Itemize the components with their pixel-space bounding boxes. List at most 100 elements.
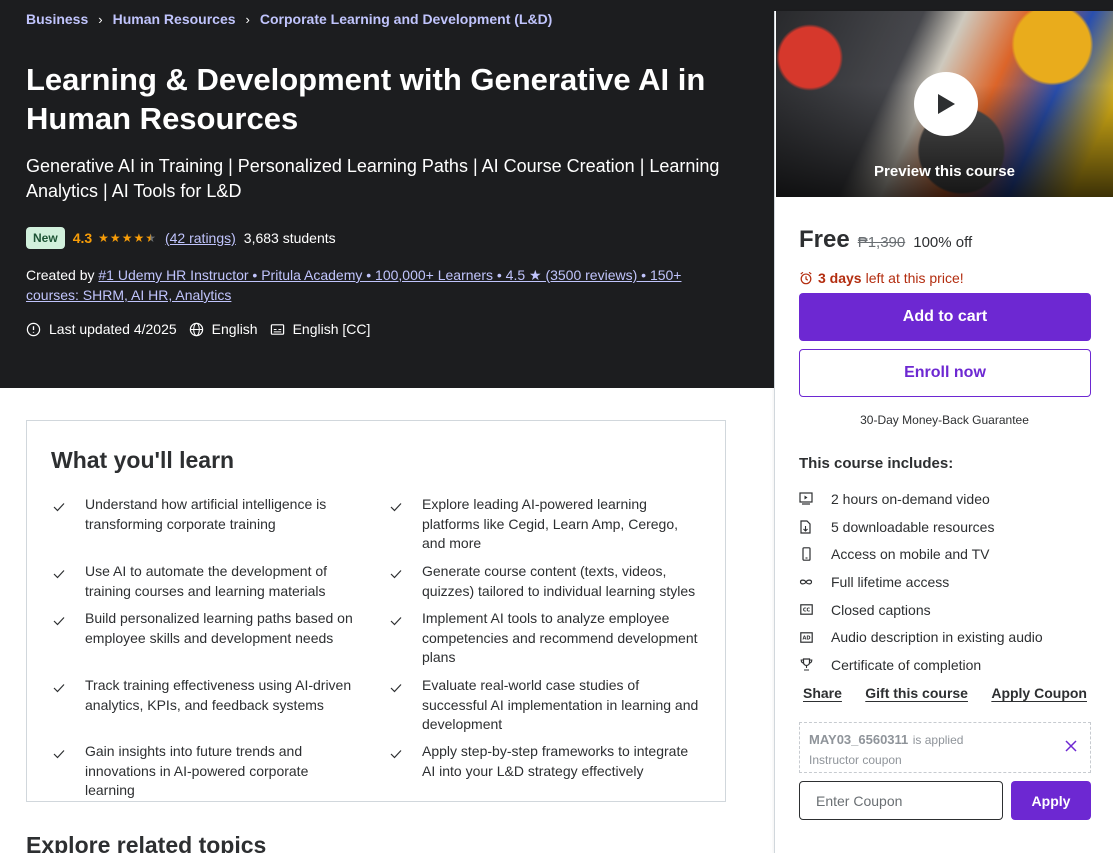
rating-stars: ★ ★ ★ ★ ★ xyxy=(98,231,157,245)
svg-text:CC: CC xyxy=(802,608,810,614)
chevron-right-icon: › xyxy=(98,11,103,27)
trophy-icon xyxy=(799,658,813,672)
svg-text:AD: AD xyxy=(802,635,810,641)
include-item: Certificate of completion xyxy=(799,651,1099,679)
coupon-type: Instructor coupon xyxy=(809,753,902,767)
include-label: Closed captions xyxy=(831,601,931,618)
students-count: 3,683 students xyxy=(243,230,336,246)
created-by: Created by #1 Udemy HR Instructor • Prit… xyxy=(26,265,696,305)
audio-description-icon: AD xyxy=(799,630,813,644)
check-icon xyxy=(390,495,402,554)
file-download-icon xyxy=(799,519,813,534)
learn-item: Track training effectiveness using AI-dr… xyxy=(53,676,353,715)
include-item: AD Audio description in existing audio xyxy=(799,623,1099,651)
course-title: Learning & Development with Generative A… xyxy=(26,62,706,136)
enroll-now-button[interactable]: Enroll now xyxy=(799,349,1091,397)
includes-list: 2 hours on-demand video 5 downloadable r… xyxy=(799,485,1099,679)
apply-coupon-button[interactable]: Apply xyxy=(1011,781,1091,820)
learn-item-text: Track training effectiveness using AI-dr… xyxy=(85,677,352,713)
learn-item-text: Generate course content (texts, videos, … xyxy=(422,563,696,599)
include-label: 5 downloadable resources xyxy=(831,518,995,535)
include-label: 2 hours on-demand video xyxy=(831,490,990,507)
ratings-count-link[interactable]: (42 ratings) xyxy=(165,230,236,246)
coupon-applied-text: is applied xyxy=(912,733,964,747)
play-icon[interactable] xyxy=(914,72,978,136)
preview-label[interactable]: Preview this course xyxy=(776,163,1113,180)
globe-icon xyxy=(189,322,203,336)
closed-captions-icon xyxy=(270,323,284,335)
course-subtitle: Generative AI in Training | Personalized… xyxy=(26,156,720,201)
learn-item: Apply step-by-step frameworks to integra… xyxy=(390,742,700,781)
include-item: 2 hours on-demand video xyxy=(799,485,1099,513)
learn-item-text: Evaluate real-world case studies of succ… xyxy=(422,677,699,732)
related-topics-title: Explore related topics xyxy=(26,832,267,853)
coupon-code: MAY03_6560311 xyxy=(809,732,909,747)
check-icon xyxy=(53,495,65,534)
course-captions: English [CC] xyxy=(270,321,370,337)
learn-item: Understand how artificial intelligence i… xyxy=(53,495,353,534)
include-label: Access on mobile and TV xyxy=(831,546,990,563)
price-timer: 3 days left at this price! xyxy=(799,270,964,286)
rating-row: New 4.3 ★ ★ ★ ★ ★ (42 ratings) 3,683 stu… xyxy=(26,227,336,249)
learn-item: Implement AI tools to analyze employee c… xyxy=(390,609,700,668)
last-updated-text: Last updated 4/2025 xyxy=(49,321,177,337)
check-icon xyxy=(53,742,65,801)
add-to-cart-button[interactable]: Add to cart xyxy=(799,293,1091,341)
discount-percent: 100% off xyxy=(913,234,973,251)
include-label: Audio description in existing audio xyxy=(831,629,1043,646)
share-link[interactable]: Share xyxy=(803,685,842,701)
current-price: Free xyxy=(799,226,850,253)
breadcrumb-corporate-learning[interactable]: Corporate Learning and Development (L&D) xyxy=(260,11,552,27)
learn-item-text: Use AI to automate the development of tr… xyxy=(85,563,328,599)
what-youll-learn-box: What you'll learn Understand how artific… xyxy=(26,420,726,802)
learn-item: Explore leading AI-powered learning plat… xyxy=(390,495,700,554)
original-price: ₱1,390 xyxy=(857,234,906,251)
video-icon xyxy=(799,492,813,506)
chevron-right-icon: › xyxy=(245,11,250,27)
learn-title: What you'll learn xyxy=(51,447,235,473)
created-by-label: Created by xyxy=(26,267,95,283)
include-item: Access on mobile and TV xyxy=(799,540,1099,568)
check-icon xyxy=(53,676,65,715)
learn-item-text: Understand how artificial intelligence i… xyxy=(85,496,327,532)
apply-coupon-link[interactable]: Apply Coupon xyxy=(991,685,1087,701)
check-icon xyxy=(53,609,65,648)
alarm-clock-icon xyxy=(800,271,812,285)
coupon-input[interactable] xyxy=(799,781,1003,820)
gift-course-link[interactable]: Gift this course xyxy=(865,685,968,701)
half-star-icon: ★ xyxy=(145,231,156,245)
includes-title: This course includes: xyxy=(799,455,954,472)
last-updated: Last updated 4/2025 xyxy=(26,321,177,337)
breadcrumb-business[interactable]: Business xyxy=(26,11,88,27)
star-icon: ★ xyxy=(121,231,133,245)
course-language: English xyxy=(189,321,258,337)
close-icon[interactable] xyxy=(1064,739,1078,753)
alert-badge-icon xyxy=(26,322,41,336)
language-text: English xyxy=(211,321,258,337)
check-icon xyxy=(53,562,65,601)
course-meta: Last updated 4/2025 English English [CC] xyxy=(26,321,382,337)
closed-captions-icon: CC xyxy=(799,603,813,617)
infinity-icon xyxy=(799,575,813,589)
learn-item: Evaluate real-world case studies of succ… xyxy=(390,676,700,735)
check-icon xyxy=(390,742,402,781)
purchase-sidebar: Preview this course Free ₱1,390 100% off… xyxy=(774,11,1113,853)
check-icon xyxy=(390,609,402,668)
learn-item-text: Build personalized learning paths based … xyxy=(85,610,353,646)
instructor-link[interactable]: #1 Udemy HR Instructor • Pritula Academy… xyxy=(26,267,681,303)
breadcrumb-human-resources[interactable]: Human Resources xyxy=(113,11,236,27)
include-label: Full lifetime access xyxy=(831,573,950,590)
star-icon: ★ xyxy=(109,231,121,245)
learn-item-text: Apply step-by-step frameworks to integra… xyxy=(422,743,689,779)
learn-item: Build personalized learning paths based … xyxy=(53,609,353,648)
check-icon xyxy=(390,562,402,601)
include-item: Full lifetime access xyxy=(799,568,1099,596)
include-item: CC Closed captions xyxy=(799,596,1099,624)
learn-item: Use AI to automate the development of tr… xyxy=(53,562,353,601)
learn-item-text: Implement AI tools to analyze employee c… xyxy=(422,610,698,665)
timer-text: left at this price! xyxy=(865,270,964,286)
learn-item: Generate course content (texts, videos, … xyxy=(390,562,700,601)
star-icon: ★ xyxy=(98,231,109,245)
price-row: Free ₱1,390 100% off xyxy=(799,226,972,254)
course-preview[interactable]: Preview this course xyxy=(776,11,1113,197)
